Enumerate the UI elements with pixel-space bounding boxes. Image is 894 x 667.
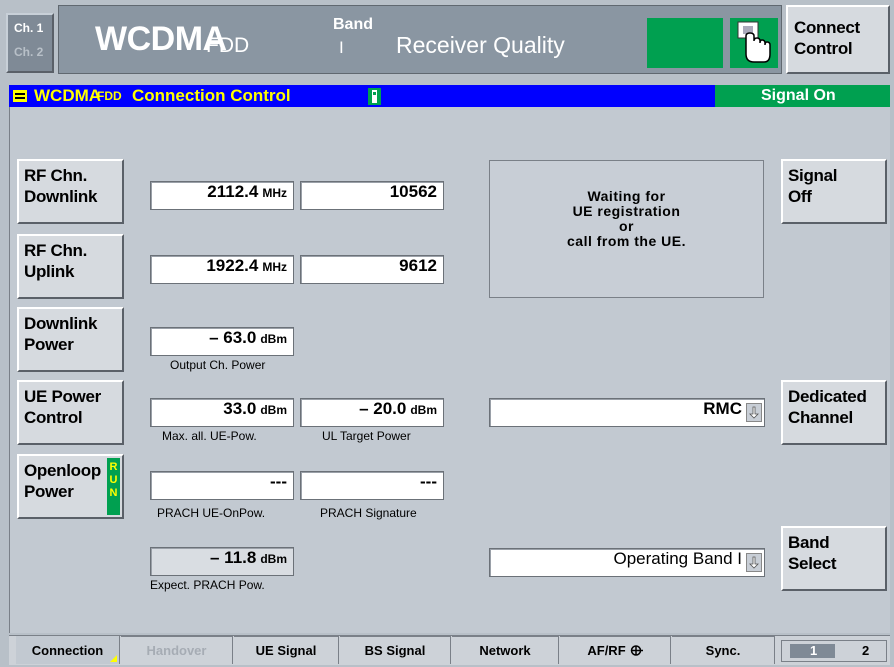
prach-signature-caption: PRACH Signature — [320, 506, 417, 520]
signal-status-badge: Signal On — [715, 85, 890, 107]
phone-icon — [368, 88, 381, 105]
rf-channel-downlink-label: RF Chn. Downlink — [24, 166, 98, 206]
tab-sync-label: Sync. — [705, 643, 741, 658]
uplink-frequency-field[interactable]: 1922.4 MHz — [150, 255, 294, 284]
max-ue-power-field[interactable]: 33.0 dBm — [150, 398, 294, 427]
measurement-name: Receiver Quality — [396, 32, 565, 58]
band-select-label: Band Select — [788, 533, 837, 573]
remote-hand-icon — [730, 18, 778, 68]
band-select-button[interactable]: Band Select — [781, 526, 887, 591]
band-select-selected: Operating Band I — [613, 549, 742, 568]
ul-target-power-field[interactable]: – 20.0 dBm — [300, 398, 444, 427]
band-select-dropdown[interactable]: Operating Band I — [489, 548, 765, 577]
ul-target-power-value: – 20.0 — [359, 399, 407, 418]
tab-ue-signal[interactable]: UE Signal — [234, 636, 339, 664]
tab-handover-label: Handover — [146, 643, 207, 658]
tab-sync[interactable]: Sync. — [672, 636, 775, 664]
max-ue-power-unit: dBm — [260, 403, 287, 417]
expected-prach-power-value: – 11.8 — [210, 548, 257, 567]
page-2-label[interactable]: 2 — [862, 643, 869, 658]
expected-prach-power-field: – 11.8 dBm — [150, 547, 294, 576]
run-badge: R U N — [107, 458, 120, 515]
uplink-frequency-value: 1922.4 — [206, 256, 259, 275]
prach-ue-on-power-value: --- — [270, 472, 287, 491]
signal-off-button[interactable]: Signal Off — [781, 159, 887, 224]
page-selector[interactable]: 1 2 — [781, 640, 887, 662]
page-1-button[interactable]: 1 — [790, 643, 835, 658]
ue-power-control-label: UE Power Control — [24, 387, 101, 427]
prach-ue-on-power-field[interactable]: --- — [150, 471, 294, 500]
prach-signature-value: --- — [420, 472, 437, 491]
downlink-frequency-unit: MHz — [262, 186, 287, 200]
channel-2-label[interactable]: Ch. 2 — [14, 45, 43, 59]
connect-control-label: Connect Control — [794, 18, 860, 58]
tab-handover[interactable]: Handover — [121, 636, 233, 664]
ul-target-power-caption: UL Target Power — [322, 429, 411, 443]
max-ue-power-caption: Max. all. UE-Pow. — [162, 429, 257, 443]
downlink-power-button[interactable]: Downlink Power — [17, 307, 124, 372]
output-channel-power-unit: dBm — [260, 332, 287, 346]
connect-control-button[interactable]: Connect Control — [786, 5, 890, 74]
uplink-channel-value: 9612 — [399, 256, 437, 275]
tab-bs-signal-label: BS Signal — [364, 643, 426, 658]
band-value: I — [339, 38, 344, 57]
title-bar: WCDMA FDD Connection Control Signal On — [9, 85, 890, 107]
rf-channel-downlink-button[interactable]: RF Chn. Downlink — [17, 159, 124, 224]
tab-connection-label: Connection — [31, 642, 104, 658]
dedicated-channel-selected: RMC — [703, 399, 742, 418]
tab-af-rf-label: AF/RF — [587, 643, 626, 658]
rf-channel-uplink-label: RF Chn. Uplink — [24, 241, 88, 281]
title-text: Connection Control — [132, 86, 291, 105]
expected-prach-power-unit: dBm — [260, 552, 287, 566]
title-standard-sub: FDD — [97, 89, 122, 103]
tab-bs-signal[interactable]: BS Signal — [340, 636, 451, 664]
status-message-text: Waiting for UE registration or call from… — [567, 188, 686, 249]
tab-af-rf[interactable]: AF/RF — [560, 636, 671, 664]
channel-1-label[interactable]: Ch. 1 — [14, 21, 43, 35]
ue-power-control-button[interactable]: UE Power Control — [17, 380, 124, 445]
menu-icon[interactable] — [13, 90, 27, 102]
dedicated-channel-label: Dedicated Channel — [788, 387, 867, 427]
prach-ue-on-power-caption: PRACH UE-OnPow. — [157, 506, 266, 520]
max-ue-power-value: 33.0 — [223, 399, 257, 418]
rf-channel-uplink-button[interactable]: RF Chn. Uplink — [17, 234, 124, 299]
downlink-channel-value: 10562 — [389, 182, 437, 201]
output-channel-power-value: – 63.0 — [209, 328, 257, 347]
dedicated-channel-dropdown-icon[interactable] — [746, 403, 762, 422]
ul-target-power-unit: dBm — [410, 403, 437, 417]
uplink-channel-field[interactable]: 9612 — [300, 255, 444, 284]
status-message-box: Waiting for UE registration or call from… — [489, 160, 764, 298]
af-rf-connector-icon — [630, 644, 643, 657]
output-channel-power-field[interactable]: – 63.0 dBm — [150, 327, 294, 356]
band-label: Band — [333, 16, 373, 33]
output-channel-power-caption: Output Ch. Power — [170, 358, 266, 372]
tab-network-label: Network — [479, 643, 531, 658]
expected-prach-power-caption: Expect. PRACH Pow. — [150, 578, 265, 592]
dedicated-channel-button[interactable]: Dedicated Channel — [781, 380, 887, 445]
downlink-power-label: Downlink Power — [24, 314, 98, 354]
status-indicator-green — [647, 18, 723, 68]
openloop-power-button[interactable]: Openloop Power R U N — [17, 454, 124, 519]
tab-network[interactable]: Network — [452, 636, 559, 664]
downlink-frequency-value: 2112.4 — [207, 182, 259, 201]
channel-selector[interactable]: Ch. 1 Ch. 2 — [6, 13, 54, 73]
title-standard: WCDMA — [34, 86, 102, 105]
signal-off-label: Signal Off — [788, 166, 838, 206]
downlink-channel-field[interactable]: 10562 — [300, 181, 444, 210]
active-tab-marker — [110, 655, 117, 662]
standard-subtitle: FDD — [206, 34, 250, 57]
tab-ue-signal-label: UE Signal — [255, 643, 317, 658]
signal-status-text: Signal On — [761, 87, 836, 104]
dedicated-channel-select[interactable]: RMC — [489, 398, 765, 427]
band-select-dropdown-icon[interactable] — [746, 553, 762, 572]
uplink-frequency-unit: MHz — [262, 260, 287, 274]
page-1-label: 1 — [810, 643, 818, 658]
measurement-header-panel: WCDMA FDD Band I Receiver Quality — [58, 5, 782, 74]
tab-connection[interactable]: Connection — [16, 636, 120, 664]
prach-signature-field[interactable]: --- — [300, 471, 444, 500]
downlink-frequency-field[interactable]: 2112.4 MHz — [150, 181, 294, 210]
